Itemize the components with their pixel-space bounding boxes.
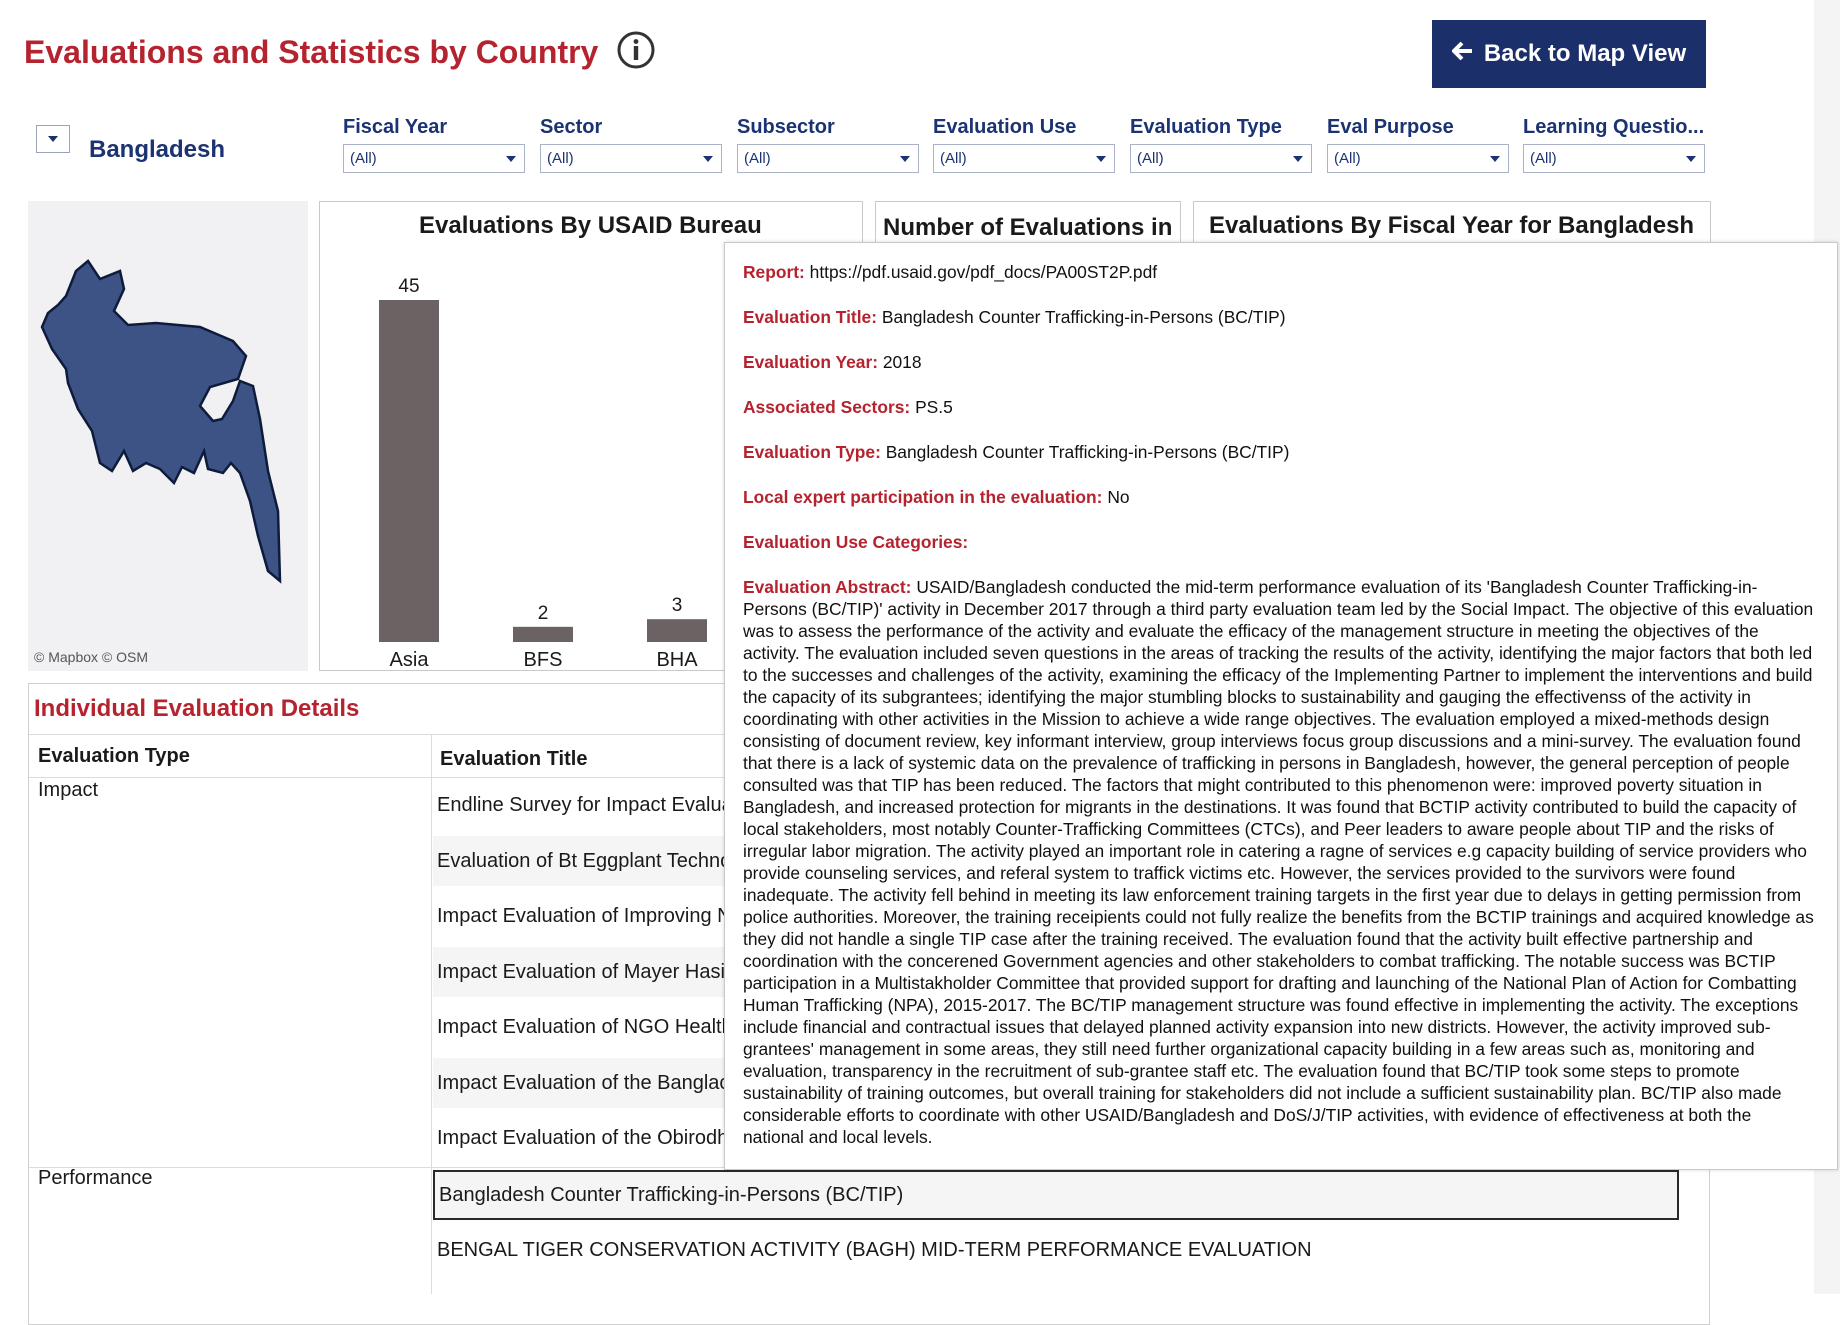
info-icon[interactable] xyxy=(616,30,656,70)
filter-evaluation-use: Evaluation Use (All) xyxy=(933,116,1115,173)
tooltip-evaluation-type: Evaluation Type: Bangladesh Counter Traf… xyxy=(743,442,1290,462)
back-button-label: Back to Map View xyxy=(1483,40,1687,67)
filter-select[interactable]: (All) xyxy=(933,144,1115,173)
chevron-down-icon xyxy=(703,156,713,162)
chevron-down-icon xyxy=(900,156,910,162)
category-label: Asia xyxy=(390,649,430,670)
details-title: Individual Evaluation Details xyxy=(34,695,360,722)
filter-label: Evaluation Use xyxy=(933,116,1077,138)
chevron-down-icon xyxy=(1096,156,1106,162)
bar-value-label: 45 xyxy=(398,276,419,297)
bar-value-label: 2 xyxy=(538,603,549,624)
filter-select[interactable]: (All) xyxy=(1523,144,1705,173)
number-panel-title: Number of Evaluations in xyxy=(883,214,1173,241)
category-label: BHA xyxy=(656,649,698,670)
country-map[interactable] xyxy=(28,201,308,671)
filter-label: Learning Questio... xyxy=(1523,116,1705,138)
page-title: Evaluations and Statistics by Country xyxy=(24,34,599,70)
divider xyxy=(431,734,432,1294)
filter-label: Evaluation Type xyxy=(1130,116,1282,138)
chevron-down-icon xyxy=(1293,156,1303,162)
chevron-down-icon xyxy=(506,156,516,162)
filter-sector: Sector (All) xyxy=(540,116,722,173)
filter-label: Subsector xyxy=(737,116,835,138)
type-label-performance: Performance xyxy=(38,1167,153,1189)
filter-evaluation-type: Evaluation Type (All) xyxy=(1130,116,1312,173)
tooltip-evaluation-title: Evaluation Title: Bangladesh Counter Tra… xyxy=(743,307,1286,327)
category-label: BFS xyxy=(524,649,563,670)
tooltip-local-expert: Local expert participation in the evalua… xyxy=(743,487,1130,507)
tooltip-abstract: Evaluation Abstract: USAID/Bangladesh co… xyxy=(743,577,1814,1147)
filter-label: Fiscal Year xyxy=(343,116,448,138)
map-attribution[interactable]: © Mapbox © OSM xyxy=(34,649,148,665)
bureau-chart-title: Evaluations By USAID Bureau xyxy=(419,212,762,239)
filter-select[interactable]: (All) xyxy=(1130,144,1312,173)
tooltip-associated-sectors: Associated Sectors: PS.5 xyxy=(743,397,953,417)
tooltip-use-categories: Evaluation Use Categories: xyxy=(743,532,969,552)
tooltip-report: Report: https://pdf.usaid.gov/pdf_docs/P… xyxy=(743,262,1158,282)
bar-asia[interactable] xyxy=(379,300,439,642)
evaluation-tooltip: Report: https://pdf.usaid.gov/pdf_docs/P… xyxy=(724,242,1838,1170)
type-label-impact: Impact xyxy=(38,779,99,801)
bar-bfs[interactable] xyxy=(513,626,573,642)
chevron-down-icon xyxy=(1686,156,1696,162)
filter-fiscal-year: Fiscal Year (All) xyxy=(343,116,525,173)
filter-subsector: Subsector (All) xyxy=(737,116,919,173)
bar-value-label: 3 xyxy=(672,595,683,616)
filter-label: Sector xyxy=(540,116,603,138)
bar-bha[interactable] xyxy=(647,619,707,642)
filter-select[interactable]: (All) xyxy=(540,144,722,173)
filter-learning-questions: Learning Questio... (All) xyxy=(1523,116,1705,173)
back-to-map-button[interactable]: Back to Map View xyxy=(1432,20,1706,88)
column-header-type[interactable]: Evaluation Type xyxy=(38,745,190,768)
fiscal-year-panel-title: Evaluations By Fiscal Year for Banglades… xyxy=(1209,212,1695,239)
table-row[interactable]: BENGAL TIGER CONSERVATION ACTIVITY (BAGH… xyxy=(433,1225,1679,1275)
filter-eval-purpose: Eval Purpose (All) xyxy=(1327,116,1509,173)
chevron-down-icon xyxy=(1490,156,1500,162)
bangladesh-shape xyxy=(40,259,282,584)
filter-select[interactable]: (All) xyxy=(737,144,919,173)
country-name: Bangladesh xyxy=(89,136,226,163)
table-row-selected[interactable]: Bangladesh Counter Trafficking-in-Person… xyxy=(433,1170,1679,1220)
filter-label: Eval Purpose xyxy=(1327,116,1454,138)
tooltip-evaluation-year: Evaluation Year: 2018 xyxy=(743,352,922,372)
filter-select[interactable]: (All) xyxy=(1327,144,1509,173)
column-header-title[interactable]: Evaluation Title xyxy=(440,748,587,771)
country-dropdown-toggle[interactable] xyxy=(36,125,70,153)
arrow-left-icon xyxy=(1451,40,1474,69)
filter-select[interactable]: (All) xyxy=(343,144,525,173)
